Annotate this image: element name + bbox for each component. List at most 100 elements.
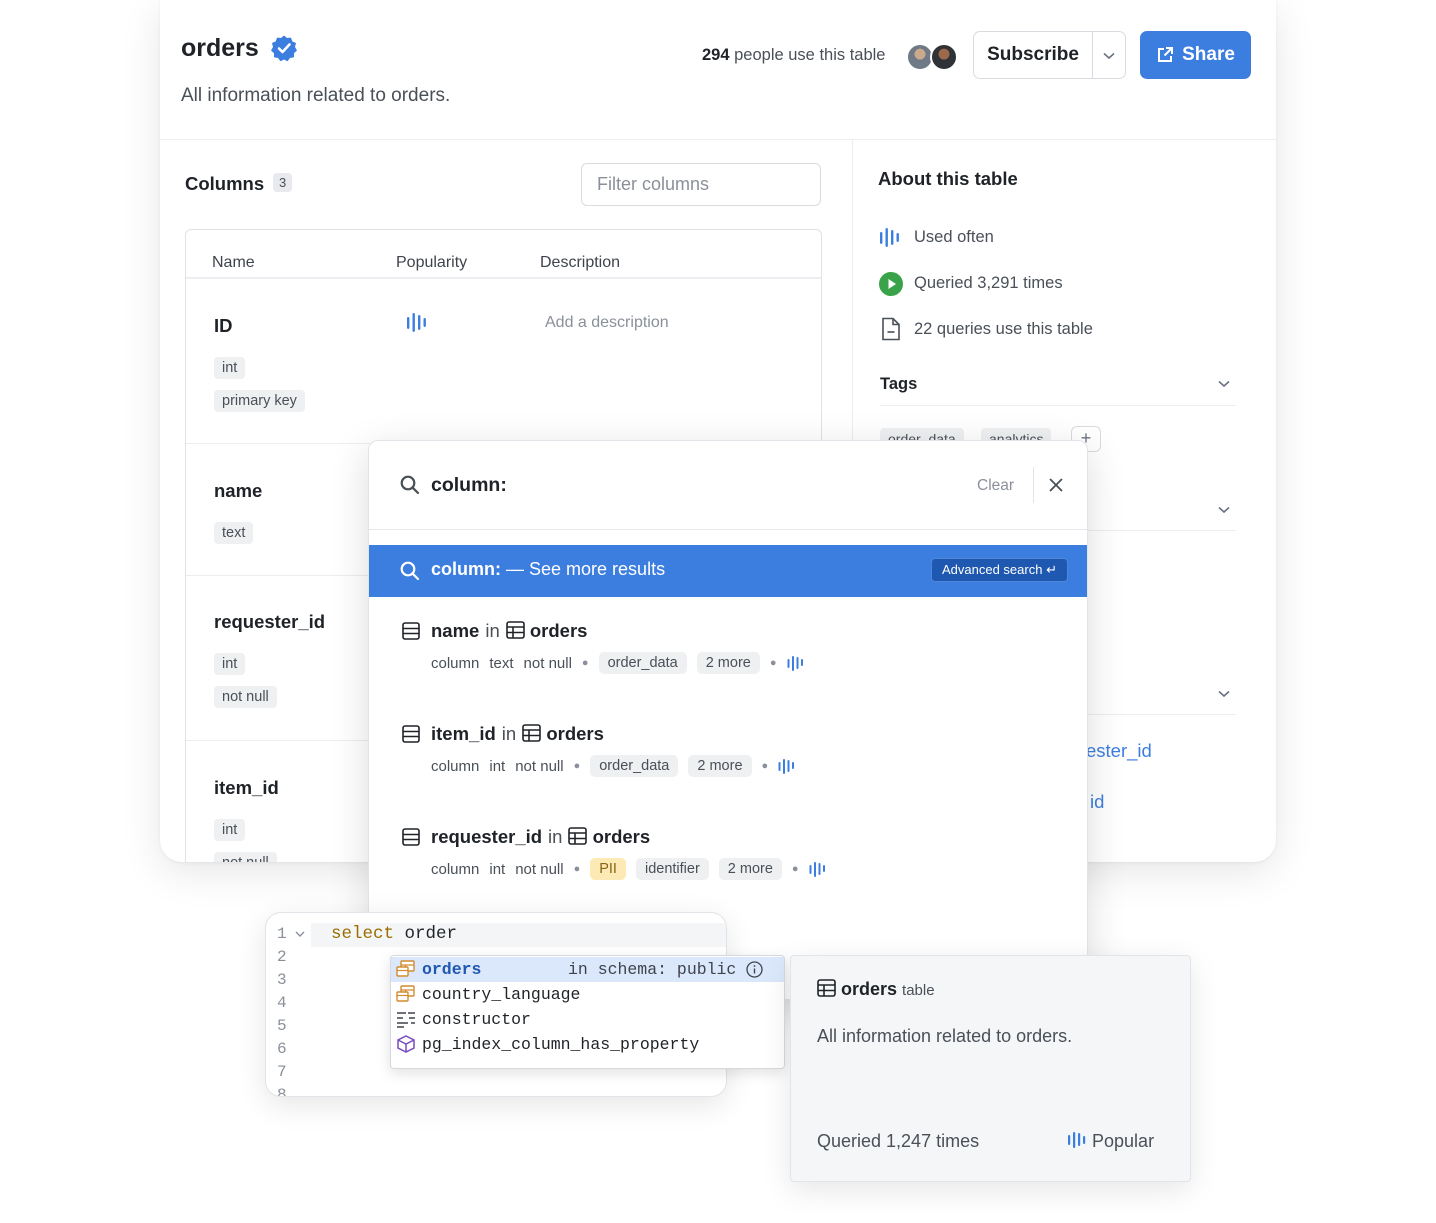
- search-result-title[interactable]: item_id in orders: [431, 723, 604, 745]
- subscribe-button[interactable]: Subscribe: [974, 32, 1093, 78]
- search-icon: [400, 475, 420, 495]
- share-button[interactable]: Share: [1140, 31, 1251, 79]
- autocomplete-item[interactable]: constructor: [391, 1007, 784, 1032]
- used-often-label: Used often: [914, 228, 994, 246]
- table-icon: [522, 724, 541, 742]
- column-header-name[interactable]: Name: [212, 254, 255, 272]
- verified-badge-icon: [271, 35, 297, 62]
- popularity-bars-icon: [1068, 1132, 1086, 1148]
- column-icon: [402, 828, 420, 846]
- line-number: 5: [277, 1017, 287, 1035]
- table-info-popover: orders table All information related to o…: [790, 955, 1191, 1182]
- table-icon: [396, 985, 415, 1002]
- pii-tag-chip: PII: [590, 858, 626, 880]
- fold-chevron-icon[interactable]: [295, 931, 305, 938]
- popover-queried-label: Queried 1,247 times: [817, 1131, 980, 1151]
- type-chip: int: [214, 653, 246, 675]
- section-divider: [880, 405, 1236, 406]
- type-chip: int: [214, 357, 246, 379]
- play-circle-icon: [879, 272, 903, 296]
- search-result-meta: column int not null ● order_data 2 more ●: [431, 755, 796, 777]
- column-name[interactable]: ID: [214, 315, 233, 337]
- info-icon[interactable]: [746, 961, 763, 978]
- tag-chip: identifier: [635, 858, 709, 880]
- popularity-bars-icon: [778, 759, 795, 774]
- popover-popularity: Popular: [1067, 1131, 1154, 1152]
- tag-chip: order_data: [598, 652, 687, 674]
- table-icon: [505, 621, 525, 639]
- queries-use-label: 22 queries use this table: [914, 320, 1093, 338]
- tag-chip: order_data: [590, 755, 679, 777]
- columns-count-badge: 3: [273, 173, 293, 192]
- chevron-down-icon[interactable]: [1218, 690, 1230, 698]
- table-description: All information related to orders.: [181, 85, 451, 106]
- add-description-link[interactable]: Add a description: [545, 314, 669, 332]
- autocomplete-list: orders in schema: public country_languag…: [390, 955, 785, 1069]
- columns-title: Columns: [185, 173, 265, 194]
- search-result-meta: column int not null ● PII identifier 2 more ●: [431, 858, 827, 880]
- chevron-down-icon[interactable]: [1093, 48, 1125, 63]
- search-icon: [400, 561, 420, 581]
- search-input[interactable]: column:: [431, 474, 507, 497]
- chevron-down-icon[interactable]: [1218, 380, 1230, 388]
- popover-description: All information related to orders.: [817, 1026, 1073, 1046]
- divider: [369, 529, 1087, 530]
- type-chip: text: [214, 522, 254, 544]
- line-number: 3: [277, 971, 287, 989]
- table-icon: [568, 827, 588, 845]
- close-icon[interactable]: [1049, 478, 1063, 492]
- cube-icon: [397, 1035, 415, 1053]
- popularity-bars-icon: [809, 862, 825, 877]
- popularity-bars-icon: [407, 313, 426, 332]
- column-icon: [402, 622, 420, 640]
- enter-key-icon: ↵: [1046, 562, 1057, 577]
- column-link[interactable]: ester_id: [1086, 740, 1152, 762]
- line-number: 8: [277, 1086, 287, 1097]
- column-header-popularity[interactable]: Popularity: [396, 254, 467, 272]
- line-number: 4: [277, 994, 287, 1012]
- type-chip: primary key: [214, 390, 305, 412]
- page-title: orders: [181, 34, 259, 62]
- table-icon: [396, 960, 415, 977]
- search-result-meta: column text not null ● order_data 2 more ●: [431, 652, 805, 674]
- column-name[interactable]: name: [214, 480, 262, 502]
- popularity-bars-icon: [880, 228, 899, 247]
- column-name[interactable]: requester_id: [214, 611, 325, 633]
- type-chip: int: [214, 819, 246, 841]
- more-tags-chip: 2 more: [718, 858, 782, 880]
- column-header-description[interactable]: Description: [540, 254, 620, 272]
- more-tags-chip: 2 more: [688, 755, 752, 777]
- table-icon: [817, 979, 836, 997]
- line-number: 7: [277, 1063, 287, 1081]
- users-count-label: 294 people use this table: [702, 46, 886, 64]
- tags-title[interactable]: Tags: [880, 375, 917, 394]
- line-number: 2: [277, 948, 287, 966]
- column-name[interactable]: item_id: [214, 777, 279, 799]
- clear-button[interactable]: Clear: [977, 477, 1014, 495]
- search-result-title[interactable]: name in orders: [431, 620, 587, 642]
- autocomplete-item[interactable]: country_language: [391, 982, 784, 1007]
- type-chip: not null: [214, 686, 277, 708]
- queried-count-label: Queried 3,291 times: [914, 274, 1063, 292]
- line-number: 1: [277, 925, 287, 943]
- see-more-results-row[interactable]: column: — See more results Advanced sear…: [369, 545, 1087, 597]
- advanced-search-button[interactable]: Advanced search ↵: [931, 558, 1068, 582]
- search-result-title[interactable]: requester_id in orders: [431, 826, 650, 848]
- divider: [1033, 467, 1034, 503]
- avatar[interactable]: [930, 43, 958, 71]
- type-chip: not null: [214, 852, 277, 862]
- more-tags-chip: 2 more: [696, 652, 760, 674]
- chevron-down-icon[interactable]: [1218, 506, 1230, 514]
- filter-columns-input[interactable]: Filter columns: [581, 163, 821, 206]
- popularity-bars-icon: [787, 656, 803, 671]
- autocomplete-item[interactable]: pg_index_column_has_property: [391, 1032, 784, 1057]
- autocomplete-item[interactable]: orders in schema: public: [391, 957, 784, 982]
- header-divider: [160, 139, 1276, 140]
- document-icon: [882, 317, 900, 341]
- column-icon: [402, 725, 420, 743]
- code-line[interactable]: select order: [331, 924, 457, 944]
- about-title: About this table: [878, 168, 1018, 189]
- external-link-icon: [1158, 47, 1174, 62]
- line-number: 6: [277, 1040, 287, 1058]
- column-link[interactable]: id: [1090, 791, 1104, 813]
